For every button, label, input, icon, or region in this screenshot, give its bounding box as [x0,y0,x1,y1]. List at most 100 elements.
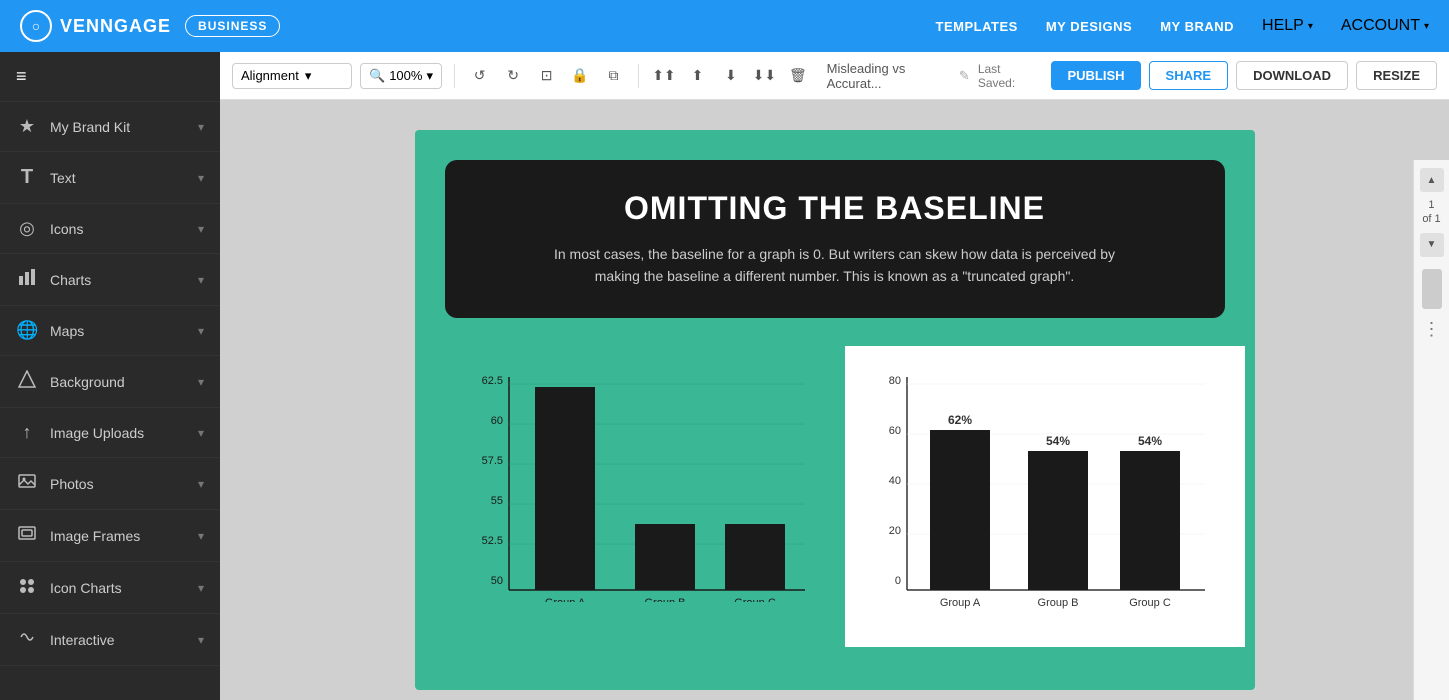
charts-icon [16,268,38,291]
copy-button[interactable]: ⧉ [601,62,626,90]
icon-charts-chevron-icon: ▾ [198,581,204,595]
venngage-logo-icon: ○ [20,10,52,42]
svg-text:20: 20 [888,525,900,537]
svg-text:40: 40 [888,475,900,487]
nav-help-dropdown[interactable]: HELP ▾ [1262,17,1313,35]
sidebar-item-text[interactable]: T Text ▾ [0,152,220,204]
interactive-chevron-icon: ▾ [198,633,204,647]
charts-row: 62.5 60 57.5 55 52.5 50 [445,346,1225,647]
lock-button[interactable]: 🔒 [567,62,592,90]
maps-chevron-icon: ▾ [198,324,204,338]
nav-account-dropdown[interactable]: ACCOUNT ▾ [1341,17,1429,35]
left-chart-panel: 62.5 60 57.5 55 52.5 50 [445,346,845,647]
scrollbar-panel: ▲ 1 of 1 ▼ ⋮ [1413,160,1449,700]
hamburger-menu-button[interactable]: ≡ [0,52,220,102]
svg-text:54%: 54% [1137,434,1161,448]
more-options-icon[interactable]: ⋮ [1423,319,1441,340]
svg-text:60: 60 [888,425,900,437]
icons-icon: ◎ [16,218,38,239]
maps-icon: 🌐 [16,320,38,341]
design-canvas: OMITTING THE BASELINE In most cases, the… [415,130,1255,690]
background-chevron-icon: ▾ [198,375,204,389]
sidebar-item-icon-charts[interactable]: Icon Charts ▾ [0,562,220,614]
photos-chevron-icon: ▾ [198,477,204,491]
sidebar-item-my-brand-kit[interactable]: ★ My Brand Kit ▾ [0,102,220,152]
scroll-up-button[interactable]: ▲ [1420,168,1444,192]
icon-charts-icon [16,576,38,599]
top-navbar: ○ VENNGAGE BUSINESS TEMPLATES MY DESIGNS… [0,0,1449,52]
svg-text:62%: 62% [947,413,971,427]
bring-forward-button[interactable]: ⬆ [685,62,710,90]
business-badge[interactable]: BUSINESS [185,15,280,37]
sidebar-item-photos[interactable]: Photos ▾ [0,458,220,510]
sidebar-label-icon-charts: Icon Charts [50,580,122,596]
icons-chevron-icon: ▾ [198,222,204,236]
sidebar-item-image-uploads[interactable]: ↑ Image Uploads ▾ [0,408,220,458]
left-sidebar: ≡ ★ My Brand Kit ▾ T Text ▾ ◎ Icons ▾ Ch… [0,52,220,700]
left-bar-chart[interactable]: 62.5 60 57.5 55 52.5 50 [465,362,825,602]
interactive-icon [16,628,38,651]
edit-title-icon[interactable]: ✎ [959,68,970,84]
svg-text:Group A: Group A [544,597,585,602]
scroll-down-button[interactable]: ▼ [1420,233,1444,257]
nav-left: ○ VENNGAGE BUSINESS [20,10,280,42]
image-frames-icon [16,524,38,547]
delete-button[interactable]: 🗑 [785,62,810,90]
svg-text:60: 60 [490,415,502,427]
logo-area: ○ VENNGAGE [20,10,171,42]
divider-1 [454,64,455,88]
page-thumbnail[interactable] [1422,269,1442,309]
sidebar-label-my-brand-kit: My Brand Kit [50,119,130,135]
zoom-control[interactable]: 🔍 100% ▾ [360,63,442,89]
svg-text:Group B: Group B [1037,597,1078,609]
current-page: 1 [1428,199,1434,211]
zoom-value: 100% [389,68,422,83]
text-chevron-icon: ▾ [198,171,204,185]
zoom-chevron-icon: ▾ [426,68,433,84]
sidebar-item-background[interactable]: Background ▾ [0,356,220,408]
crop-button[interactable]: ⊡ [534,62,559,90]
divider-2 [638,64,639,88]
photos-icon [16,472,38,495]
send-backward-button[interactable]: ⬇ [718,62,743,90]
alignment-select[interactable]: Alignment ▾ [232,63,352,89]
logo-text: VENNGAGE [60,16,171,37]
page-indicator: 1 of 1 [1422,198,1440,227]
design-title[interactable]: Misleading vs Accurat... [827,61,951,91]
account-chevron-icon: ▾ [1424,21,1429,32]
svg-text:54%: 54% [1045,434,1069,448]
svg-text:Group B: Group B [644,597,685,602]
svg-text:62.5: 62.5 [481,375,502,387]
sidebar-item-image-frames[interactable]: Image Frames ▾ [0,510,220,562]
download-button[interactable]: DOWNLOAD [1236,61,1348,90]
image-frames-chevron-icon: ▾ [198,529,204,543]
svg-text:0: 0 [894,575,900,587]
canvas-heading: OMITTING THE BASELINE [485,190,1185,227]
editor-toolbar: Alignment ▾ 🔍 100% ▾ ↺ ↻ ⊡ 🔒 ⧉ ⬆⬆ ⬆ ⬇ ⬇⬇… [220,52,1449,100]
publish-button[interactable]: PUBLISH [1051,61,1140,90]
resize-button[interactable]: RESIZE [1356,61,1437,90]
sidebar-label-interactive: Interactive [50,632,115,648]
sidebar-label-image-uploads: Image Uploads [50,425,144,441]
share-button[interactable]: SHARE [1149,61,1229,90]
right-bar-chart[interactable]: 80 60 40 20 0 62% [865,362,1225,622]
sidebar-label-charts: Charts [50,272,91,288]
nav-my-brand[interactable]: MY BRAND [1160,19,1234,34]
undo-button[interactable]: ↺ [467,62,492,90]
sidebar-label-icons: Icons [50,221,83,237]
sidebar-item-interactive[interactable]: Interactive ▾ [0,614,220,666]
bring-front-button[interactable]: ⬆⬆ [651,62,676,90]
charts-chevron-icon: ▾ [198,273,204,287]
svg-text:Group C: Group C [1129,597,1171,609]
sidebar-item-maps[interactable]: 🌐 Maps ▾ [0,306,220,356]
nav-my-designs[interactable]: MY DESIGNS [1046,19,1132,34]
nav-templates[interactable]: TEMPLATES [936,19,1018,34]
text-icon: T [16,166,38,189]
nav-right: TEMPLATES MY DESIGNS MY BRAND HELP ▾ ACC… [936,17,1429,35]
send-back-button[interactable]: ⬇⬇ [752,62,777,90]
sidebar-item-charts[interactable]: Charts ▾ [0,254,220,306]
redo-button[interactable]: ↻ [500,62,525,90]
canvas-area[interactable]: OMITTING THE BASELINE In most cases, the… [220,100,1449,700]
sidebar-item-icons[interactable]: ◎ Icons ▾ [0,204,220,254]
svg-text:57.5: 57.5 [481,455,502,467]
